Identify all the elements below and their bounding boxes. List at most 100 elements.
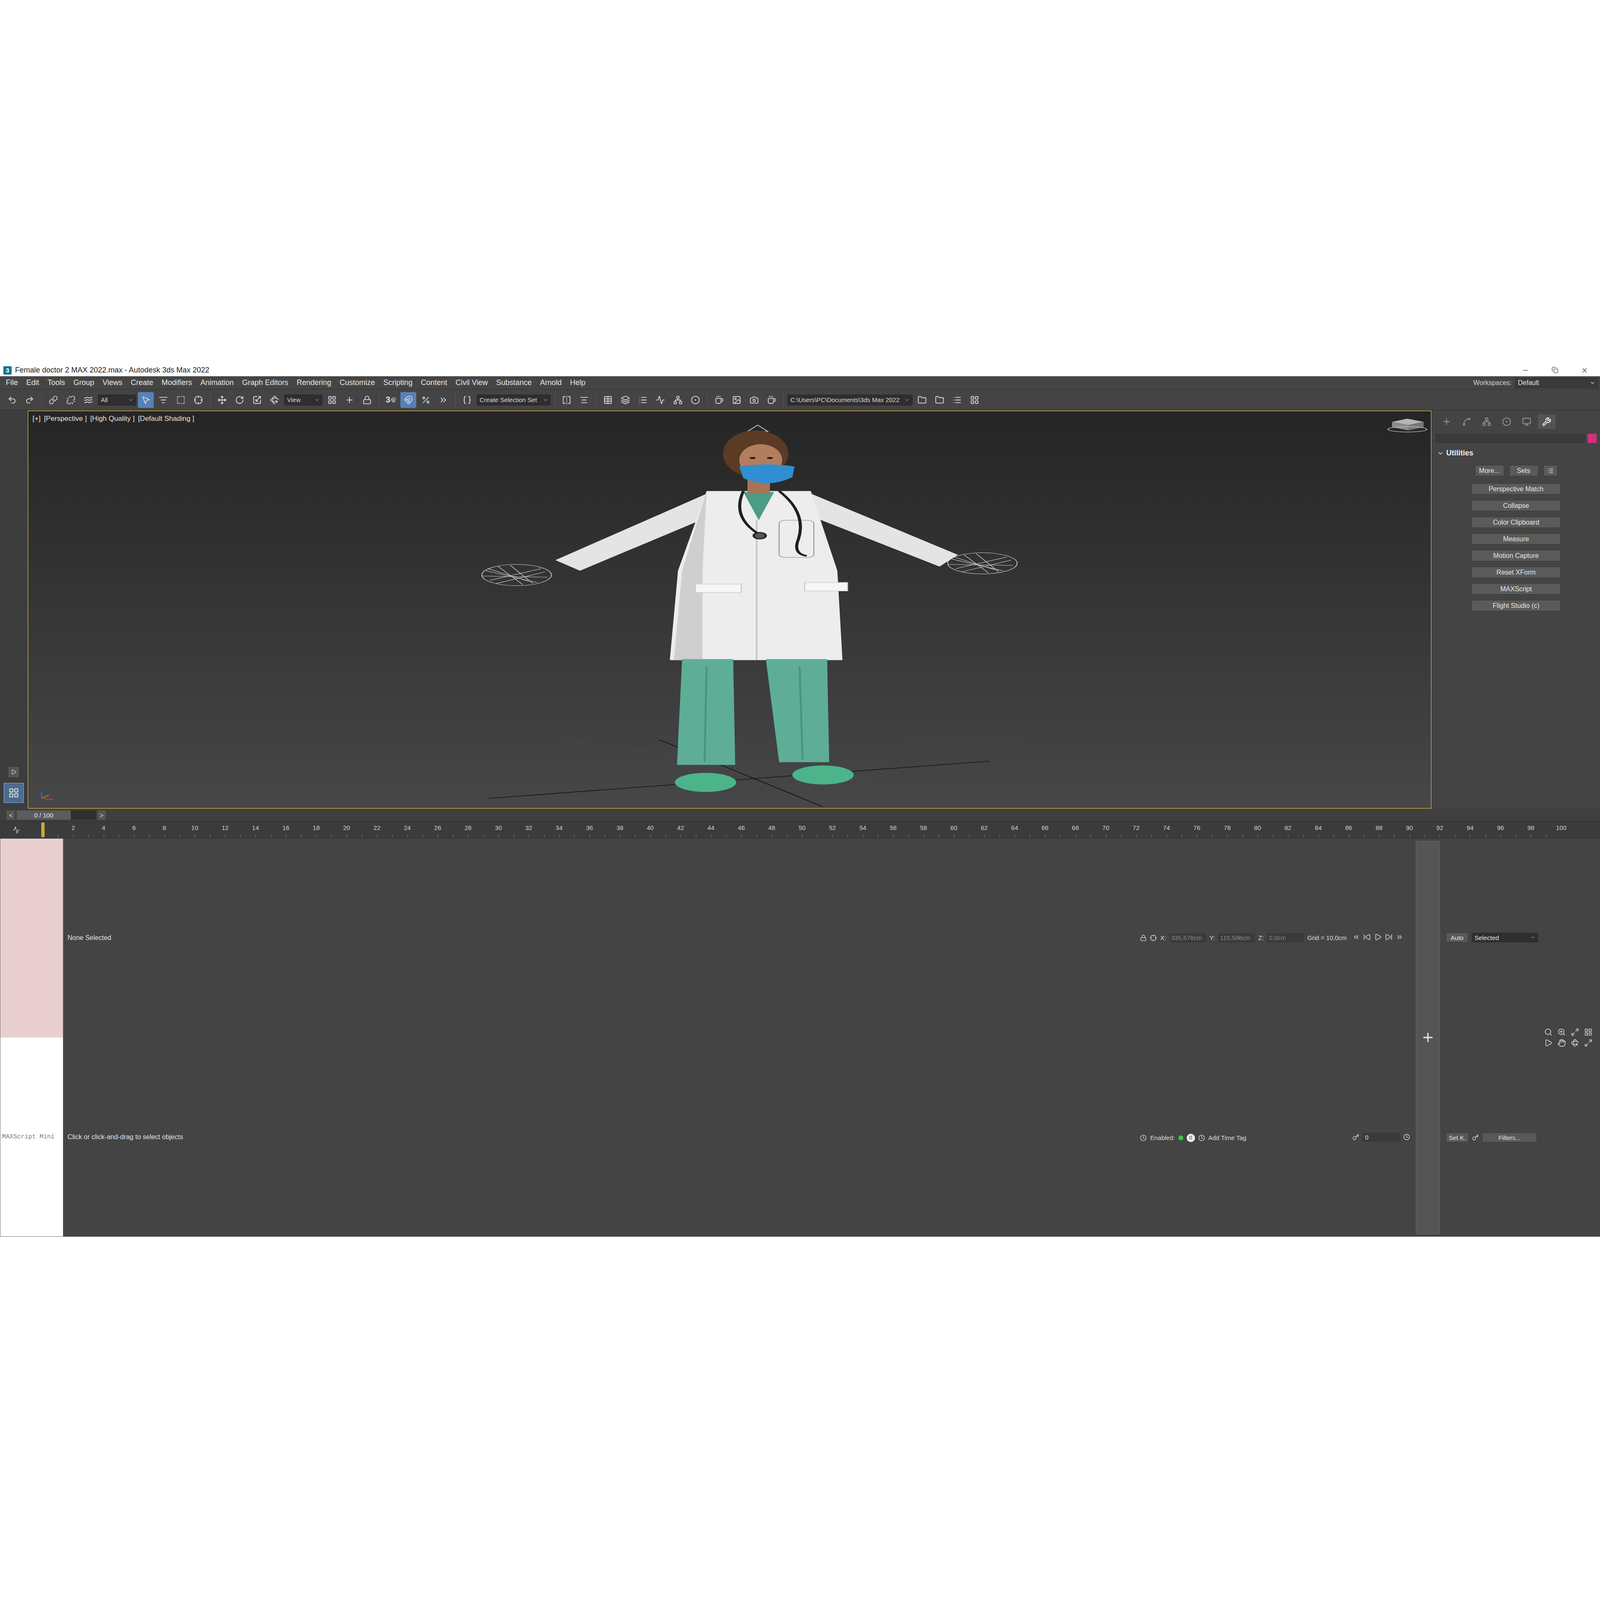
pivot-button[interactable] xyxy=(324,392,340,408)
scene-canvas[interactable] xyxy=(28,411,1431,808)
enabled-dot[interactable] xyxy=(1178,1135,1184,1141)
region-button[interactable] xyxy=(172,392,189,408)
selection-set-dropdown[interactable]: Create Selection Set xyxy=(476,394,551,406)
command-tab[interactable] xyxy=(1457,414,1476,429)
viewport-label[interactable]: [+] xyxy=(32,414,41,423)
viewcube-icon[interactable] xyxy=(1387,418,1427,433)
layer-button[interactable] xyxy=(617,392,634,408)
schematic-button[interactable] xyxy=(670,392,686,408)
menu-item[interactable]: Views xyxy=(98,378,127,388)
menu-item[interactable]: File xyxy=(1,378,23,388)
key-filter-dropdown[interactable]: Selected xyxy=(1471,932,1539,943)
select-by-name-button[interactable] xyxy=(155,392,172,408)
menu-item[interactable]: Help xyxy=(565,378,590,388)
project-folder-button[interactable] xyxy=(914,392,930,408)
reference-coord-dropdown[interactable]: View xyxy=(284,394,323,406)
time-slider-thumb[interactable]: 0 / 100 xyxy=(16,810,71,820)
viewport-label[interactable]: [Perspective ] xyxy=(43,414,87,423)
command-tab[interactable] xyxy=(1437,414,1456,429)
command-tab[interactable] xyxy=(1517,414,1536,429)
panel-button[interactable]: Sets xyxy=(1509,465,1539,477)
menu-item[interactable]: Rendering xyxy=(292,378,336,388)
utility-button[interactable]: Reset XForm xyxy=(1471,566,1561,578)
spinner-snap-toggle[interactable] xyxy=(435,392,452,408)
unlink-button[interactable] xyxy=(62,392,79,408)
command-tab[interactable] xyxy=(1477,414,1496,429)
angle-snap-toggle[interactable] xyxy=(400,392,417,408)
add-time-tag[interactable]: Add Time Tag xyxy=(1208,1134,1247,1142)
named-sets-button[interactable] xyxy=(459,392,475,408)
set-key-mode-button[interactable]: Set K. xyxy=(1445,1132,1469,1143)
project-open-button[interactable] xyxy=(931,392,948,408)
viewport[interactable]: [+][Perspective ][High Quality ][Default… xyxy=(27,410,1432,809)
redo-button[interactable] xyxy=(21,392,38,408)
manipulate-button[interactable] xyxy=(341,392,358,408)
project-settings-button[interactable] xyxy=(966,392,983,408)
menu-item[interactable]: Animation xyxy=(196,378,238,388)
utility-button[interactable]: Perspective Match xyxy=(1471,483,1561,495)
utility-button[interactable]: Flight Studio (c) xyxy=(1471,600,1561,612)
coord-field[interactable]: 110,586cm xyxy=(1218,933,1255,943)
place-button[interactable] xyxy=(266,392,283,408)
utility-button[interactable]: Motion Capture xyxy=(1471,550,1561,562)
align-button[interactable] xyxy=(576,392,593,408)
coord-field[interactable]: 0,0cm xyxy=(1267,933,1304,943)
next-frame-button[interactable]: > xyxy=(97,810,106,820)
undo-button[interactable] xyxy=(4,392,20,408)
menu-item[interactable]: Customize xyxy=(335,378,380,388)
mirror-button[interactable] xyxy=(558,392,575,408)
menu-item[interactable]: Modifiers xyxy=(157,378,197,388)
filters-button[interactable]: Filters... xyxy=(1482,1132,1538,1143)
rotate-button[interactable] xyxy=(231,392,248,408)
material-editor-button[interactable] xyxy=(687,392,704,408)
expand-button[interactable] xyxy=(8,767,19,778)
render-iterative-button[interactable] xyxy=(763,392,780,408)
command-tab[interactable] xyxy=(1537,414,1556,429)
panel-button[interactable]: More... xyxy=(1475,465,1505,477)
rollout-header[interactable]: Utilities xyxy=(1435,446,1597,460)
rendered-frame-button[interactable] xyxy=(728,392,745,408)
frame-field[interactable]: 0 xyxy=(1362,1132,1400,1142)
menu-item[interactable]: Arnold xyxy=(535,378,566,388)
select-button[interactable] xyxy=(137,392,154,408)
bind-button[interactable] xyxy=(80,392,97,408)
workspaces-dropdown[interactable]: Default xyxy=(1515,377,1599,388)
configure-button[interactable] xyxy=(1543,465,1558,477)
color-swatch[interactable] xyxy=(1587,433,1597,443)
percent-snap-toggle[interactable] xyxy=(417,392,434,408)
menu-item[interactable]: Scripting xyxy=(379,378,417,388)
viewport-layout-tab[interactable] xyxy=(3,782,24,803)
link-button[interactable] xyxy=(45,392,62,408)
viewport-label[interactable]: [Default Shading ] xyxy=(137,414,195,423)
scale-button[interactable] xyxy=(249,392,265,408)
track[interactable]: 2468101214161820222426283032343638404244… xyxy=(42,821,1562,838)
frame-marker[interactable] xyxy=(41,822,45,838)
render-setup-button[interactable] xyxy=(711,392,728,408)
project-path-dropdown[interactable]: C:\Users\PC\Documents\3ds Max 2022 xyxy=(787,394,913,406)
menu-item[interactable]: Edit xyxy=(22,378,44,388)
right-hand-mesh[interactable] xyxy=(947,552,1018,574)
menu-item[interactable]: Civil View xyxy=(451,378,493,388)
shortcut-button[interactable] xyxy=(359,392,375,408)
ribbon-button[interactable] xyxy=(635,392,651,408)
prev-frame-button[interactable]: < xyxy=(6,810,15,820)
utility-button[interactable]: MAXScript xyxy=(1471,583,1561,595)
menu-item[interactable]: Group xyxy=(69,378,99,388)
crossing-button[interactable] xyxy=(190,392,207,408)
maxscript-listener[interactable]: MAXScript Mini xyxy=(0,838,64,1237)
menu-item[interactable]: Substance xyxy=(492,378,536,388)
utility-button[interactable]: Measure xyxy=(1471,533,1561,545)
snap-toggle[interactable]: 3 xyxy=(382,392,399,408)
menu-item[interactable]: Content xyxy=(416,378,452,388)
menu-item[interactable]: Graph Editors xyxy=(237,378,293,388)
utility-button[interactable]: Collapse xyxy=(1471,500,1561,512)
viewport-label[interactable]: [High Quality ] xyxy=(90,414,135,423)
render-button[interactable] xyxy=(746,392,763,408)
coord-field[interactable]: 335,676cm xyxy=(1169,933,1207,943)
project-list-button[interactable] xyxy=(949,392,965,408)
name-field[interactable] xyxy=(1435,433,1585,443)
curve-editor-toggle[interactable] xyxy=(0,821,43,838)
menu-item[interactable]: Tools xyxy=(43,378,70,388)
curve-editor-button[interactable] xyxy=(652,392,669,408)
menu-item[interactable]: Create xyxy=(126,378,158,388)
